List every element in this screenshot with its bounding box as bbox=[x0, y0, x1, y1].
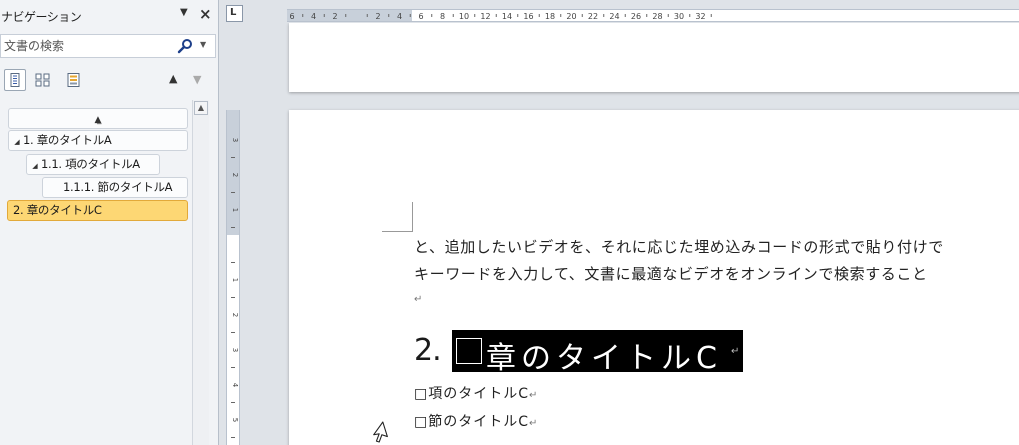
heading-tree: ▲̲ ◢ 1. 章のタイトルA ◢ 1.1. 項のタイトルA 1.1.1. 節のタイ… bbox=[2, 100, 217, 445]
previous-heading-icon[interactable]: ▲ bbox=[169, 72, 177, 85]
document-area[interactable]: と、追加したいビデオを、それに応じた埋め込みコードの形式で貼り付けで キーワード… bbox=[243, 23, 1019, 445]
ruler-tick-label: 4 bbox=[311, 12, 316, 21]
search-icon[interactable] bbox=[177, 38, 195, 54]
ruler-tick-label: 3 bbox=[231, 138, 239, 142]
text-selection[interactable]: 章のタイトルC ↵ bbox=[452, 330, 743, 376]
sub-heading-text: □節のタイトルC bbox=[414, 414, 530, 430]
sub-heading[interactable]: □項のタイトルC↵ bbox=[414, 383, 538, 403]
ruler-tick-label: 6 bbox=[418, 12, 423, 21]
page[interactable]: と、追加したいビデオを、それに応じた埋め込みコードの形式で貼り付けで キーワード… bbox=[289, 110, 1019, 445]
ruler-tick-label: 18 bbox=[545, 12, 555, 21]
collapse-all-button[interactable]: ▲̲ bbox=[8, 108, 188, 129]
headings-view-icon bbox=[10, 73, 20, 87]
heading-node-label: 1. 章のタイトルA bbox=[23, 133, 112, 147]
ruler-ticks: 321123456 bbox=[231, 138, 239, 438]
sub-heading-text: □項のタイトルC bbox=[414, 386, 530, 402]
search-input[interactable] bbox=[4, 37, 164, 55]
paragraph-mark: ↵ bbox=[731, 346, 740, 357]
tab-stop-label: L bbox=[230, 7, 237, 18]
scroll-up-icon[interactable]: ▲ bbox=[194, 101, 208, 115]
heading-node-selected[interactable]: 2. 章のタイトルC bbox=[7, 200, 188, 221]
nav-header: ナビゲーション ▼ × bbox=[0, 5, 218, 27]
close-icon[interactable]: × bbox=[199, 5, 212, 23]
heading-node-label: 1.1. 項のタイトルA bbox=[41, 157, 140, 171]
results-view-icon bbox=[67, 73, 80, 87]
ruler-tick-label: 4 bbox=[397, 12, 402, 21]
nav-title: ナビゲーション bbox=[1, 10, 82, 24]
tab-results[interactable] bbox=[62, 69, 84, 91]
ruler-tick-label: 8 bbox=[440, 12, 445, 21]
tab-pages[interactable] bbox=[31, 69, 53, 91]
ruler-tick-label: 22 bbox=[588, 12, 598, 21]
vertical-ruler[interactable]: 321123456 bbox=[226, 110, 240, 445]
tab-headings[interactable] bbox=[4, 69, 26, 91]
collapse-up-icon: ▲̲ bbox=[94, 115, 102, 125]
ruler-tick-label: 28 bbox=[652, 12, 662, 21]
ruler-tick-label: 24 bbox=[609, 12, 619, 21]
ruler-ticks: 6 4 2 2 4 6 8 10 12 14 16 18 20 22 24 26 28 30 32 bbox=[289, 12, 712, 21]
ruler-tick-label: 2 bbox=[231, 173, 239, 177]
crop-mark bbox=[382, 202, 413, 232]
body-paragraph[interactable]: と、追加したいビデオを、それに応じた埋め込みコードの形式で貼り付けで bbox=[414, 236, 944, 257]
thumbnails-view-icon bbox=[35, 73, 50, 87]
ruler-tick-label: 2 bbox=[332, 12, 337, 21]
ruler-tick-label: 12 bbox=[480, 12, 490, 21]
ruler-tick-label: 1 bbox=[231, 208, 239, 212]
paragraph-mark: ↵ bbox=[529, 390, 539, 401]
page[interactable] bbox=[289, 23, 1019, 92]
ruler-tick-label: 5 bbox=[231, 418, 239, 422]
ruler-tick-label: 30 bbox=[674, 12, 684, 21]
paragraph-mark: ↵ bbox=[529, 418, 539, 429]
horizontal-ruler[interactable]: 6 4 2 2 4 6 8 10 12 14 16 18 20 22 24 26 28 30 32 bbox=[287, 9, 1019, 22]
ruler-tick-label: 16 bbox=[523, 12, 533, 21]
heading-text: 章のタイトルC bbox=[486, 341, 722, 376]
chevron-down-icon[interactable]: ▼ bbox=[200, 40, 206, 49]
heading-node[interactable]: ◢ 1.1. 項のタイトルA bbox=[26, 154, 160, 175]
expanded-triangle-icon[interactable]: ◢ bbox=[11, 133, 23, 152]
paragraph-text: と、追加したいビデオを、それに応じた埋め込みコードの形式で貼り付けで bbox=[414, 238, 944, 256]
square-box-icon bbox=[456, 338, 482, 364]
ruler-tick-label: 26 bbox=[631, 12, 641, 21]
ruler-tick-label: 14 bbox=[502, 12, 512, 21]
navigation-pane: ナビゲーション ▼ × ▼ ▲ ▼ ▲̲ bbox=[0, 0, 219, 445]
paragraph-text: キーワードを入力して、文書に最適なビデオをオンラインで検索すること bbox=[414, 265, 928, 283]
ruler-tick-label: 6 bbox=[289, 12, 294, 21]
heading-node-label: 2. 章のタイトルC bbox=[13, 203, 102, 217]
ruler-tick-label: 2 bbox=[231, 313, 239, 317]
heading-node[interactable]: ◢ 1. 章のタイトルA bbox=[8, 130, 188, 151]
heading-node[interactable]: 1.1.1. 節のタイトルA bbox=[42, 177, 188, 198]
paragraph-mark: ↵ bbox=[414, 294, 423, 305]
ruler-tick-label: 1 bbox=[231, 278, 239, 282]
ruler-tick-label: 10 bbox=[459, 12, 469, 21]
sub-heading[interactable]: □節のタイトルC↵ bbox=[414, 411, 538, 431]
ruler-tick-label: 32 bbox=[695, 12, 705, 21]
heading-number: 2. bbox=[414, 333, 442, 368]
expanded-triangle-icon[interactable]: ◢ bbox=[29, 157, 41, 176]
ruler-tick-label: 4 bbox=[231, 383, 239, 388]
mouse-cursor-icon bbox=[373, 421, 388, 443]
next-heading-icon[interactable]: ▼ bbox=[193, 73, 201, 86]
ruler-tick-label: 3 bbox=[231, 348, 239, 352]
ruler-tick-label: 20 bbox=[566, 12, 576, 21]
body-paragraph[interactable]: キーワードを入力して、文書に最適なビデオをオンラインで検索すること bbox=[414, 263, 928, 284]
tree-scrollbar[interactable]: ▲ bbox=[192, 100, 209, 445]
tab-selector-button[interactable]: L bbox=[226, 5, 243, 22]
search-box[interactable]: ▼ bbox=[0, 34, 216, 58]
ruler-tick-label: 2 bbox=[375, 12, 380, 21]
triangle-down-icon[interactable]: ▼ bbox=[180, 7, 188, 18]
heading-node-label: 1.1.1. 節のタイトルA bbox=[63, 180, 173, 194]
